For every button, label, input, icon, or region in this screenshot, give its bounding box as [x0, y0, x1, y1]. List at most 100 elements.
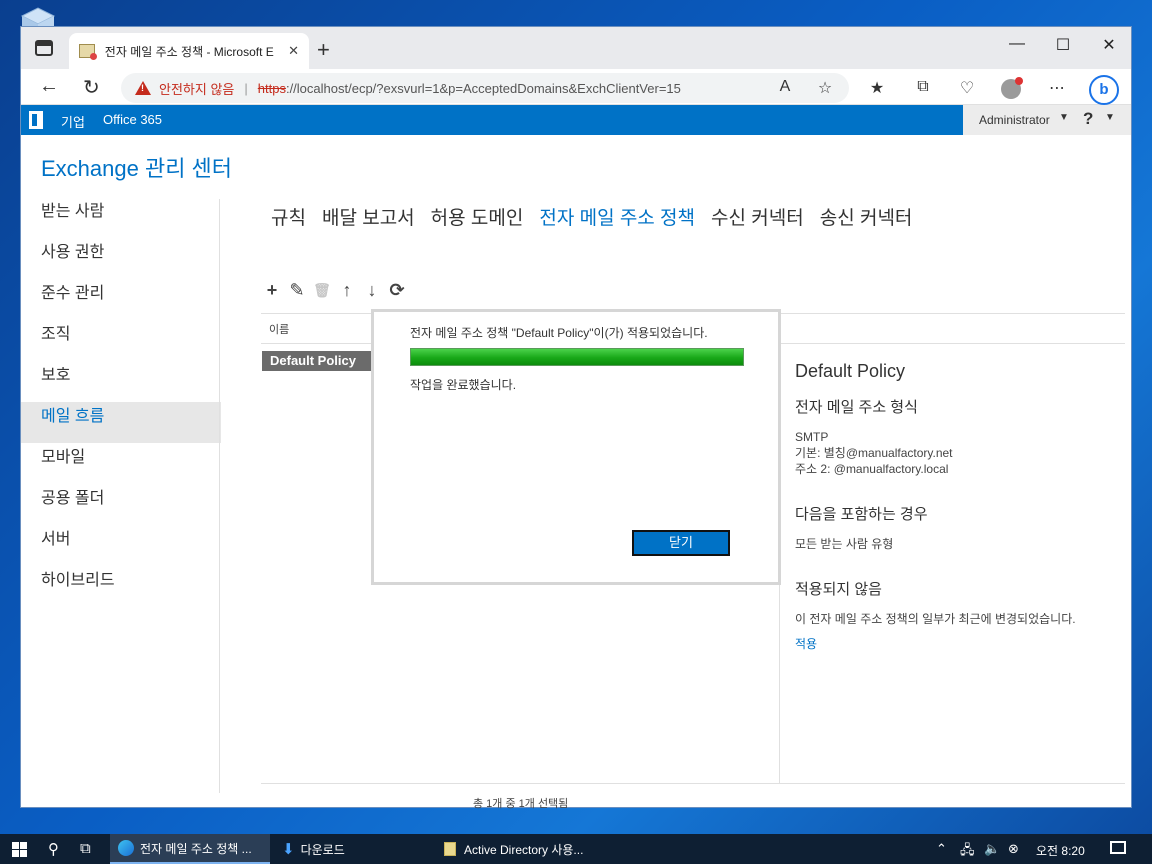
active-directory-icon — [444, 842, 456, 856]
tab-accepted-domains[interactable]: 허용 도메인 — [431, 203, 524, 230]
favorite-icon[interactable]: ☆ — [815, 78, 835, 98]
list-toolbar: + ✎ 🗑 ↑ ↓ ⟳ — [263, 281, 406, 299]
health-icon[interactable]: ♡ — [957, 78, 977, 98]
nav-item-organization[interactable]: 조직 — [21, 320, 221, 361]
tab-email-address-policies[interactable]: 전자 메일 주소 정책 — [539, 203, 695, 230]
chevron-down-icon[interactable]: ▼ — [1059, 112, 1069, 123]
progress-bar — [410, 348, 744, 366]
profile-icon[interactable] — [1001, 77, 1023, 99]
chevron-up-icon[interactable]: ⌃ — [936, 841, 947, 857]
chevron-down-icon[interactable]: ▼ — [1105, 112, 1115, 123]
exchange-favicon-icon — [79, 44, 97, 60]
nav-item-public-folders[interactable]: 공용 폴더 — [21, 484, 221, 525]
bing-icon[interactable]: b — [1089, 75, 1119, 105]
browser-window: 전자 메일 주소 정책 - Microsoft E ✕ + — ☐ ✕ ← ↻ … — [20, 26, 1132, 810]
nav-item-permissions[interactable]: 사용 권한 — [21, 238, 221, 279]
tab-close-icon[interactable]: ✕ — [288, 43, 299, 59]
clock[interactable]: 오전 8:20 — [1036, 842, 1085, 859]
dialog-message: 전자 메일 주소 정책 "Default Policy"이(가) 적용되었습니다… — [410, 326, 708, 340]
nav-item-mail-flow[interactable]: 메일 흐름 — [21, 402, 221, 443]
table-row[interactable]: Default Policy — [262, 351, 372, 371]
download-icon: ⬇ — [282, 841, 295, 858]
column-header-name[interactable]: 이름 — [269, 321, 289, 337]
more-icon[interactable]: ⋯ — [1047, 78, 1067, 98]
close-window-button[interactable]: ✕ — [1097, 35, 1121, 55]
help-icon[interactable]: ? — [1083, 109, 1093, 129]
tab-actions-icon[interactable] — [35, 40, 53, 56]
minimize-button[interactable]: — — [1005, 35, 1029, 53]
delete-icon[interactable]: 🗑 — [313, 281, 331, 299]
notification-icon[interactable] — [1110, 841, 1126, 854]
browser-tab[interactable]: 전자 메일 주소 정책 - Microsoft E ✕ — [69, 33, 309, 69]
taskbar: ⚲ ⧉ 전자 메일 주소 정책 ... ⬇ 다운로드 Active Direct… — [0, 834, 1152, 864]
favorites-icon[interactable]: ★ — [867, 78, 887, 98]
back-icon[interactable]: ← — [39, 75, 59, 98]
detail-format-line: 기본: 별칭@manualfactory.net — [795, 446, 953, 460]
admin-menu[interactable]: Administrator — [979, 113, 1050, 127]
refresh-list-icon[interactable]: ⟳ — [388, 281, 406, 299]
refresh-icon[interactable]: ↻ — [83, 75, 100, 100]
address-bar[interactable]: 안전하지 않음 | https ://localhost/ecp/?exsvur… — [121, 73, 849, 103]
progress-bar-fill — [411, 349, 743, 365]
detail-include-heading: 다음을 포함하는 경우 — [795, 506, 928, 523]
taskbar-item-label: 전자 메일 주소 정책 ... — [140, 841, 252, 856]
insecure-label[interactable]: 안전하지 않음 — [159, 79, 234, 98]
edit-icon[interactable]: ✎ — [288, 281, 306, 299]
taskbar-item-label: 다운로드 — [300, 842, 345, 857]
search-icon[interactable]: ⚲ — [48, 840, 59, 858]
network-icon[interactable]: 🖧 — [960, 841, 975, 863]
progress-dialog: 전자 메일 주소 정책 "Default Policy"이(가) 적용되었습니다… — [371, 309, 781, 585]
tab-bar: 전자 메일 주소 정책 - Microsoft E ✕ + — ☐ ✕ — [21, 27, 1131, 69]
tab-send-connectors[interactable]: 송신 커넥터 — [820, 203, 913, 230]
nav-item-mobile[interactable]: 모바일 — [21, 443, 221, 484]
nav-item-compliance[interactable]: 준수 관리 — [21, 279, 221, 320]
maximize-button[interactable]: ☐ — [1051, 35, 1075, 55]
apply-link[interactable]: 적용 — [795, 635, 1125, 652]
detail-not-applied-heading: 적용되지 않음 — [795, 581, 882, 598]
taskbar-item-edge[interactable]: 전자 메일 주소 정책 ... — [110, 834, 270, 864]
page-title: Exchange 관리 센터 — [41, 156, 233, 181]
dialog-done-text: 작업을 완료했습니다. — [410, 378, 517, 392]
list-footer-border — [261, 783, 1125, 784]
url-text: ://localhost/ecp/?exsvurl=1&p=AcceptedDo… — [285, 80, 681, 96]
error-status-icon[interactable]: ⊗ — [1008, 841, 1019, 857]
detail-include-text: 모든 받는 사람 유형 — [795, 537, 894, 551]
sub-navigation: 규칙 배달 보고서 허용 도메인 전자 메일 주소 정책 수신 커넥터 송신 커… — [271, 203, 912, 230]
office365-link[interactable]: Office 365 — [103, 112, 162, 127]
task-view-icon[interactable]: ⧉ — [80, 840, 91, 857]
nav-item-hybrid[interactable]: 하이브리드 — [21, 566, 221, 607]
add-icon[interactable]: + — [263, 281, 281, 299]
enterprise-link[interactable]: 기업 — [61, 112, 85, 131]
detail-format-line: 주소 2: @manualfactory.local — [795, 462, 949, 476]
read-aloud-icon[interactable]: A — [775, 78, 795, 96]
nav-divider — [219, 199, 220, 793]
url-scheme: https — [257, 80, 286, 96]
left-nav: 받는 사람 사용 권한 준수 관리 조직 보호 메일 흐름 모바일 공용 폴더 … — [21, 197, 221, 607]
account-area: Administrator ▼ ? ▼ — [963, 105, 1131, 135]
tab-title: 전자 메일 주소 정책 - Microsoft E — [104, 44, 274, 59]
tab-delivery-reports[interactable]: 배달 보고서 — [322, 203, 415, 230]
taskbar-item-label: Active Directory 사용... — [464, 842, 584, 857]
volume-muted-icon[interactable]: 🔈 — [984, 841, 1000, 857]
selection-count: 총 1개 중 1개 선택됨 — [473, 798, 569, 810]
move-up-icon[interactable]: ↑ — [338, 281, 356, 299]
detail-format-heading: 전자 메일 주소 형식 — [795, 399, 918, 416]
collections-icon[interactable]: ⧉ — [913, 78, 933, 96]
tab-rules[interactable]: 규칙 — [271, 203, 306, 230]
address-bar-row: ← ↻ 안전하지 않음 | https ://localhost/ecp/?ex… — [21, 69, 1131, 105]
office-logo-icon[interactable] — [29, 111, 43, 129]
detail-pane: Default Policy 전자 메일 주소 형식 SMTP 기본: 별칭@m… — [795, 361, 1125, 652]
taskbar-item-active-directory[interactable]: Active Directory 사용... — [436, 834, 594, 864]
nav-item-servers[interactable]: 서버 — [21, 525, 221, 566]
detail-title: Default Policy — [795, 361, 906, 381]
nav-item-protection[interactable]: 보호 — [21, 361, 221, 402]
office365-bar: 기업 Office 365 Administrator ▼ ? ▼ — [21, 105, 1131, 135]
new-tab-button[interactable]: + — [317, 37, 330, 63]
taskbar-item-downloads[interactable]: ⬇ 다운로드 — [274, 834, 432, 864]
close-button[interactable]: 닫기 — [632, 530, 730, 556]
move-down-icon[interactable]: ↓ — [363, 281, 381, 299]
tab-receive-connectors[interactable]: 수신 커넥터 — [711, 203, 804, 230]
detail-not-applied-text: 이 전자 메일 주소 정책의 일부가 최근에 변경되었습니다. — [795, 612, 1076, 626]
nav-item-recipients[interactable]: 받는 사람 — [21, 197, 221, 238]
windows-start-icon[interactable] — [12, 842, 27, 857]
